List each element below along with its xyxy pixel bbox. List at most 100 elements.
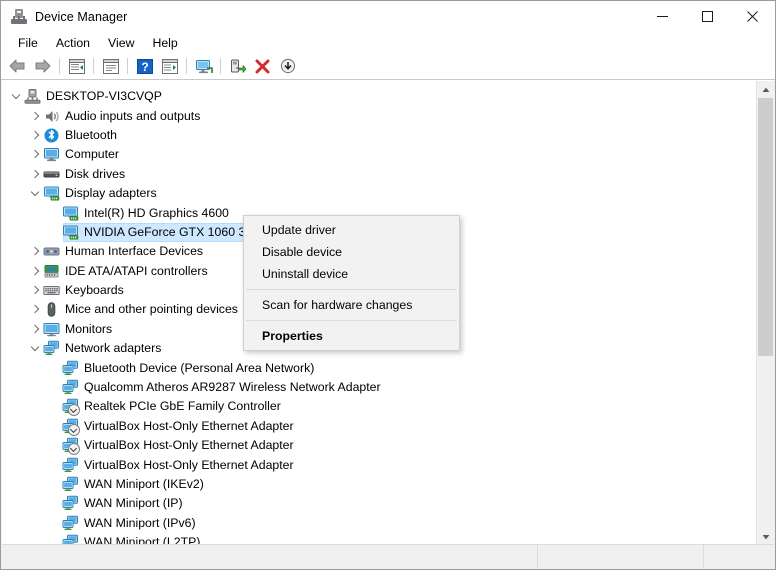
properties-icon[interactable] <box>98 54 123 78</box>
tree-row[interactable]: Display adapters <box>2 184 757 203</box>
menu-help[interactable]: Help <box>143 34 186 52</box>
tree-row-label: VirtualBox Host-Only Ethernet Adapter <box>84 418 294 433</box>
menu-file[interactable]: File <box>9 34 47 52</box>
tree-root-row[interactable]: DESKTOP-VI3CVQP <box>2 87 757 106</box>
chevron-right-icon[interactable] <box>28 107 43 126</box>
tree-row[interactable]: Qualcomm Atheros AR9287 Wireless Network… <box>2 378 757 397</box>
update-driver-software-icon[interactable] <box>157 54 182 78</box>
tree-row[interactable]: Disk drives <box>2 165 757 184</box>
tree-row[interactable]: Audio inputs and outputs <box>2 106 757 125</box>
context-menu-item-scan-for-hardware-changes[interactable]: Scan for hardware changes <box>244 294 459 316</box>
toolbar-separator <box>127 58 128 74</box>
toolbar-separator <box>59 58 60 74</box>
tree-row-label: Bluetooth Device (Personal Area Network) <box>84 360 315 375</box>
tree-row-label: IDE ATA/ATAPI controllers <box>65 263 208 278</box>
chevron-down-icon[interactable] <box>28 184 43 203</box>
vertical-scrollbar[interactable] <box>756 81 774 545</box>
chevron-right-icon[interactable] <box>28 281 43 300</box>
menu-bar: File Action View Help <box>1 32 775 53</box>
context-menu-separator <box>246 320 457 321</box>
chevron-right-icon[interactable] <box>28 320 43 339</box>
context-menu-item-update-driver[interactable]: Update driver <box>244 219 459 241</box>
context-menu-separator <box>246 289 457 290</box>
tree-row[interactable]: VirtualBox Host-Only Ethernet Adapter <box>2 436 757 456</box>
scroll-up-arrow[interactable] <box>757 81 774 98</box>
window-title: Device Manager <box>35 9 128 24</box>
tree-row[interactable]: Bluetooth <box>2 126 757 145</box>
network-adapter-icon <box>62 398 80 417</box>
mouse-icon <box>43 301 60 318</box>
ide-controller-icon <box>43 263 60 280</box>
bluetooth-icon <box>43 127 60 144</box>
tree-row-label: Display adapters <box>65 186 157 201</box>
chevron-right-icon[interactable] <box>28 242 43 261</box>
network-adapter-icon <box>43 340 60 357</box>
update-driver-icon[interactable] <box>225 54 250 78</box>
tree-row-label: Mice and other pointing devices <box>65 302 238 317</box>
tree-row[interactable]: WAN Miniport (IPv6) <box>2 514 757 533</box>
back-icon[interactable] <box>5 54 30 78</box>
speaker-icon <box>43 108 60 125</box>
chevron-right-icon[interactable] <box>28 300 43 319</box>
hid-icon <box>43 243 60 260</box>
scrollbar-thumb[interactable] <box>758 98 773 356</box>
chevron-right-icon[interactable] <box>28 262 43 281</box>
scan-for-hardware-changes-icon[interactable] <box>191 54 216 78</box>
tree-row-label: Realtek PCIe GbE Family Controller <box>84 399 281 414</box>
display-adapter-icon <box>62 224 79 241</box>
display-adapter-icon <box>62 205 79 222</box>
tree-row-label: Computer <box>65 147 119 162</box>
computer-root-icon <box>24 88 41 105</box>
device-manager-window: Device Manager File Action View Help ? D… <box>0 0 776 570</box>
uninstall-device-icon[interactable] <box>250 54 275 78</box>
status-cell-1 <box>2 545 537 568</box>
menu-view[interactable]: View <box>99 34 143 52</box>
show-hide-console-tree-icon[interactable] <box>64 54 89 78</box>
network-adapter-icon <box>62 437 80 456</box>
tree-row-label: DESKTOP-VI3CVQP <box>46 89 162 104</box>
tree-row[interactable]: WAN Miniport (IP) <box>2 494 757 513</box>
help-icon[interactable]: ? <box>132 54 157 78</box>
tree-row-label: VirtualBox Host-Only Ethernet Adapter <box>84 457 294 472</box>
tree-row[interactable]: VirtualBox Host-Only Ethernet Adapter <box>2 455 757 474</box>
tree-row-label: NVIDIA GeForce GTX 1060 3GB <box>84 224 264 239</box>
tree-row-label: Keyboards <box>65 283 124 298</box>
toolbar-separator <box>186 58 187 74</box>
chevron-down-icon[interactable] <box>9 87 24 106</box>
tree-row-label: WAN Miniport (IP) <box>84 496 183 511</box>
tree-row[interactable]: Realtek PCIe GbE Family Controller <box>2 397 757 417</box>
tree-row-label: Network adapters <box>65 341 162 356</box>
chevron-right-icon[interactable] <box>28 145 43 164</box>
scroll-down-arrow[interactable] <box>757 528 774 545</box>
context-menu-item-disable-device[interactable]: Disable device <box>244 241 459 263</box>
tree-row[interactable]: Computer <box>2 145 757 164</box>
network-adapter-icon <box>62 360 79 377</box>
chevron-down-icon[interactable] <box>28 339 43 358</box>
tree-row[interactable]: WAN Miniport (IKEv2) <box>2 475 757 494</box>
minimize-button[interactable] <box>640 1 685 32</box>
forward-icon[interactable] <box>30 54 55 78</box>
toolbar: ? <box>1 53 775 80</box>
disable-device-icon[interactable] <box>275 54 300 78</box>
close-button[interactable] <box>730 1 775 32</box>
tree-row[interactable]: Bluetooth Device (Personal Area Network) <box>2 358 757 377</box>
chevron-right-icon[interactable] <box>28 165 43 184</box>
monitor-icon <box>43 321 60 338</box>
tree-row[interactable]: VirtualBox Host-Only Ethernet Adapter <box>2 417 757 436</box>
context-menu-item-properties[interactable]: Properties <box>244 325 459 347</box>
chevron-right-icon[interactable] <box>28 126 43 145</box>
maximize-button[interactable] <box>685 1 730 32</box>
menu-action[interactable]: Action <box>47 34 99 52</box>
scrollbar-track[interactable] <box>757 98 774 528</box>
device-context-menu[interactable]: Update driver Disable device Uninstall dev… <box>243 215 460 351</box>
context-menu-item-uninstall-device[interactable]: Uninstall device <box>244 263 459 285</box>
tree-row-label: WAN Miniport (IKEv2) <box>84 477 204 491</box>
network-adapter-icon <box>62 418 80 436</box>
network-adapter-icon <box>62 457 79 474</box>
